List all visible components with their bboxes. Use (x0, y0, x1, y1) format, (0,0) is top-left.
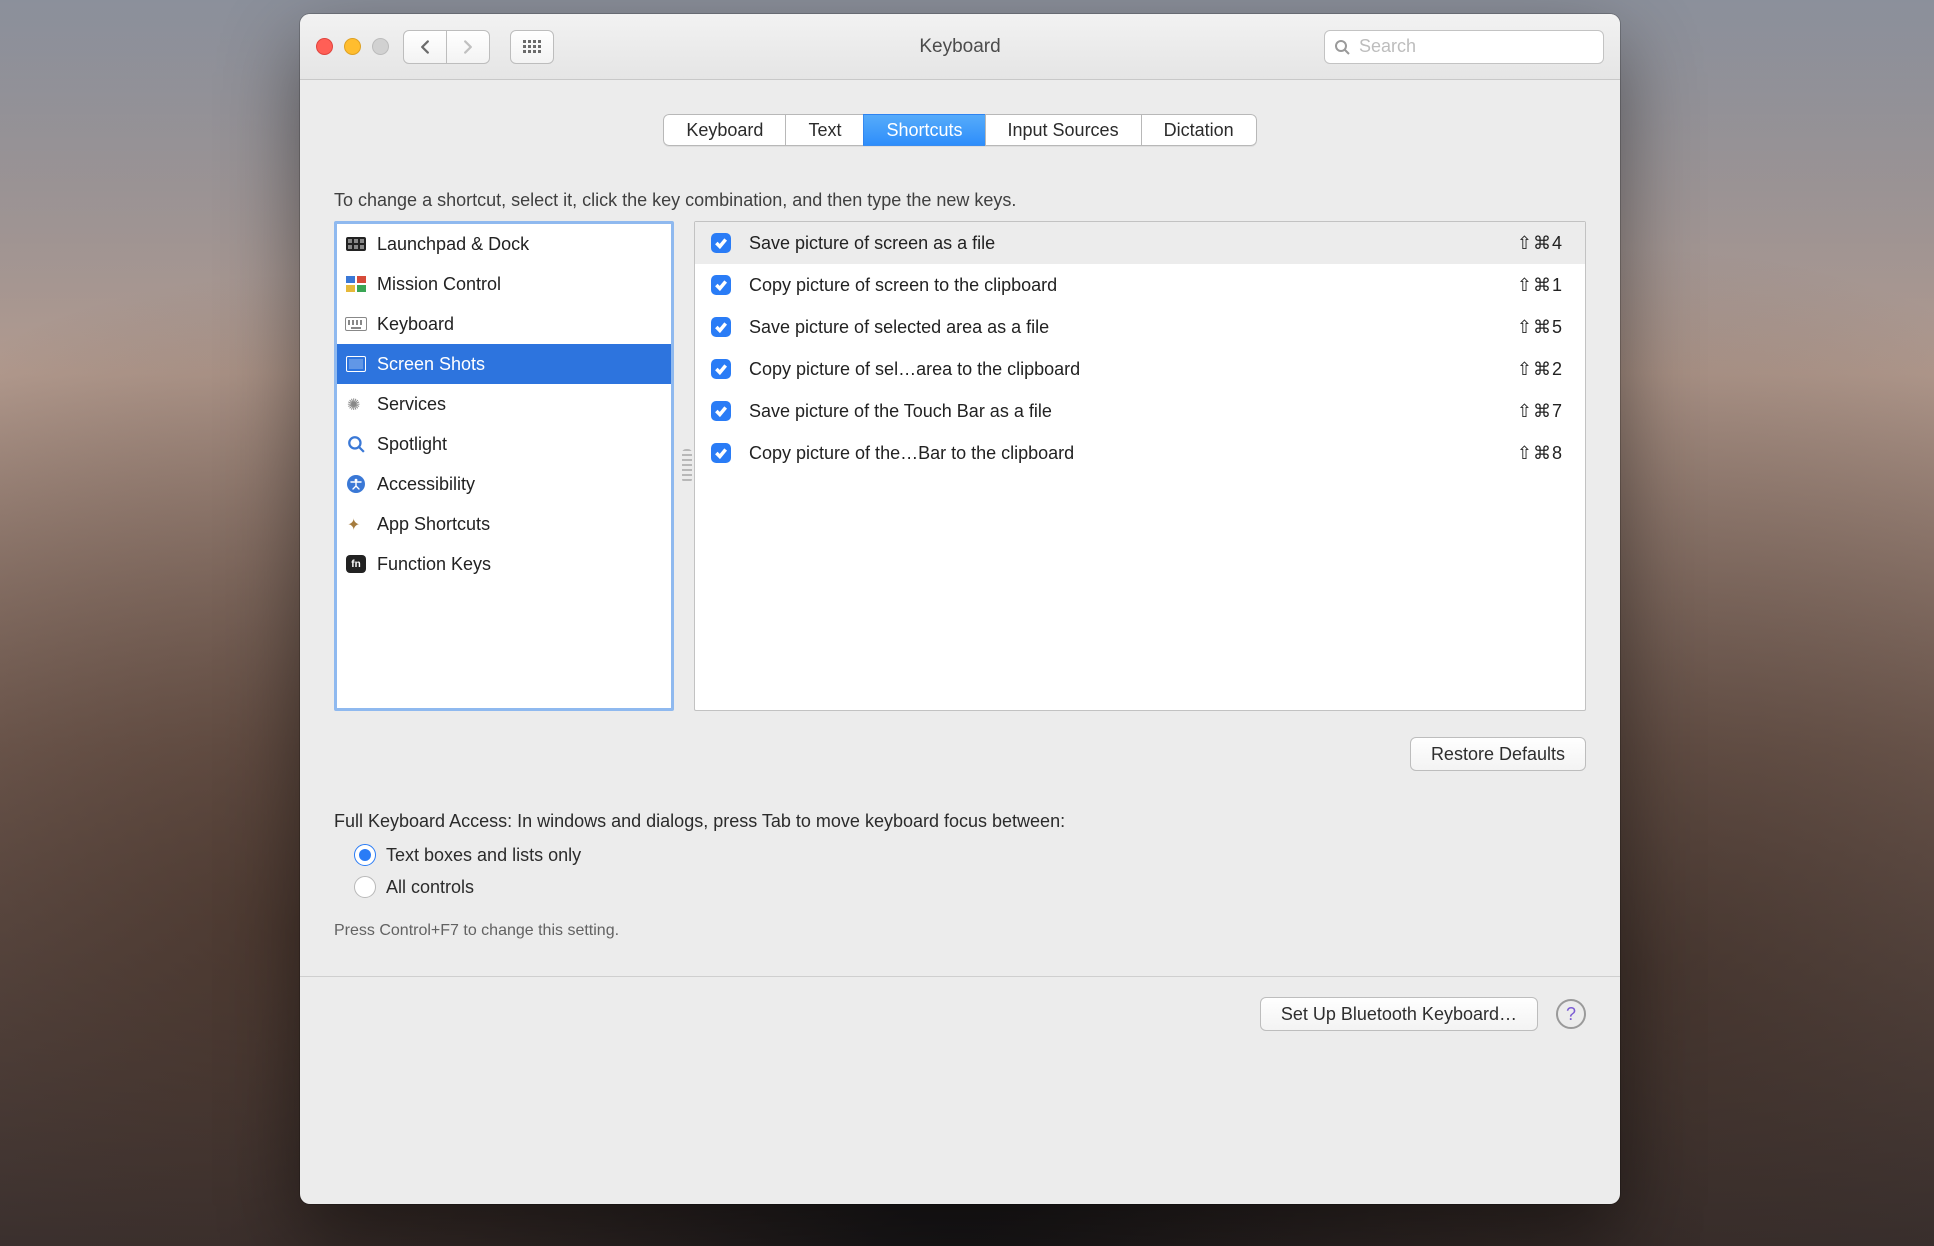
category-label: Launchpad & Dock (377, 234, 529, 255)
content-area: KeyboardTextShortcutsInput SourcesDictat… (300, 80, 1620, 1204)
shortcut-label: Copy picture of screen to the clipboard (749, 275, 1499, 296)
chevron-left-icon (418, 40, 432, 54)
show-all-button[interactable] (510, 30, 554, 64)
fka-radio-1[interactable]: All controls (354, 876, 1586, 898)
shortcut-keys[interactable]: ⇧⌘8 (1517, 443, 1563, 464)
back-button[interactable] (403, 30, 447, 64)
traffic-lights (316, 38, 389, 55)
screenshots-icon (346, 356, 366, 372)
category-launchpad-dock[interactable]: Launchpad & Dock (337, 224, 671, 264)
shortcut-checkbox[interactable] (711, 275, 731, 295)
radio-icon (354, 844, 376, 866)
services-icon: ✺ (347, 395, 365, 413)
category-label: Spotlight (377, 434, 447, 455)
restore-row: Restore Defaults (334, 737, 1586, 771)
category-label: Mission Control (377, 274, 501, 295)
tab-dictation[interactable]: Dictation (1141, 114, 1257, 146)
shortcut-row[interactable]: Save picture of screen as a file ⇧⌘4 (695, 222, 1585, 264)
tab-input-sources[interactable]: Input Sources (985, 114, 1142, 146)
category-app-shortcuts[interactable]: ✦ App Shortcuts (337, 504, 671, 544)
radio-label: All controls (386, 877, 474, 898)
shortcut-keys[interactable]: ⇧⌘4 (1517, 233, 1563, 254)
category-label: Function Keys (377, 554, 491, 575)
search-icon (1334, 39, 1350, 55)
category-spotlight[interactable]: Spotlight (337, 424, 671, 464)
tab-shortcuts[interactable]: Shortcuts (863, 114, 985, 146)
launchpad-icon (346, 237, 366, 251)
panes: Launchpad & Dock Mission Control Keyboard S… (334, 221, 1586, 711)
shortcut-checkbox[interactable] (711, 401, 731, 421)
fn-icon: fn (346, 555, 366, 573)
splitter-handle[interactable] (682, 449, 692, 483)
category-keyboard[interactable]: Keyboard (337, 304, 671, 344)
category-screen-shots[interactable]: Screen Shots (337, 344, 671, 384)
nav-buttons (403, 30, 490, 64)
titlebar: Keyboard (300, 14, 1620, 80)
footer: Set Up Bluetooth Keyboard… ? (334, 977, 1586, 1031)
shortcut-list[interactable]: Save picture of screen as a file ⇧⌘4 Copy … (694, 221, 1586, 711)
shortcut-keys[interactable]: ⇧⌘5 (1517, 317, 1563, 338)
category-mission-control[interactable]: Mission Control (337, 264, 671, 304)
grid-icon (523, 40, 541, 54)
shortcut-row[interactable]: Copy picture of sel…area to the clipboar… (695, 348, 1585, 390)
fka-lead: Full Keyboard Access: In windows and dia… (334, 811, 1586, 832)
full-keyboard-access: Full Keyboard Access: In windows and dia… (334, 811, 1586, 940)
spotlight-icon (347, 435, 365, 453)
shortcut-label: Copy picture of sel…area to the clipboar… (749, 359, 1499, 380)
shortcut-checkbox[interactable] (711, 233, 731, 253)
tab-text[interactable]: Text (785, 114, 864, 146)
preferences-window: Keyboard KeyboardTextShortcutsInput Sour… (300, 14, 1620, 1204)
shortcut-row[interactable]: Copy picture of the…Bar to the clipboard… (695, 432, 1585, 474)
zoom-icon (372, 38, 389, 55)
keyboard-icon (345, 317, 367, 331)
radio-icon (354, 876, 376, 898)
shortcut-keys[interactable]: ⇧⌘2 (1517, 359, 1563, 380)
shortcut-checkbox[interactable] (711, 317, 731, 337)
category-accessibility[interactable]: Accessibility (337, 464, 671, 504)
category-label: Keyboard (377, 314, 454, 335)
minimize-icon[interactable] (344, 38, 361, 55)
category-function-keys[interactable]: fn Function Keys (337, 544, 671, 584)
shortcut-label: Save picture of screen as a file (749, 233, 1499, 254)
restore-defaults-button[interactable]: Restore Defaults (1410, 737, 1586, 771)
shortcut-row[interactable]: Save picture of the Touch Bar as a file ⇧… (695, 390, 1585, 432)
shortcut-label: Save picture of selected area as a file (749, 317, 1499, 338)
chevron-right-icon (461, 40, 475, 54)
category-list[interactable]: Launchpad & Dock Mission Control Keyboard S… (334, 221, 674, 711)
shortcut-keys[interactable]: ⇧⌘1 (1517, 275, 1563, 296)
close-icon[interactable] (316, 38, 333, 55)
instruction-text: To change a shortcut, select it, click t… (334, 190, 1586, 211)
shortcut-label: Save picture of the Touch Bar as a file (749, 401, 1499, 422)
shortcut-row[interactable]: Save picture of selected area as a file ⇧… (695, 306, 1585, 348)
app-shortcuts-icon: ✦ (347, 515, 365, 533)
tabs-row: KeyboardTextShortcutsInput SourcesDictat… (334, 114, 1586, 146)
tab-keyboard[interactable]: Keyboard (663, 114, 786, 146)
category-label: Accessibility (377, 474, 475, 495)
mission-control-icon (346, 276, 366, 292)
forward-button[interactable] (446, 30, 490, 64)
accessibility-icon (347, 475, 365, 493)
help-button[interactable]: ? (1556, 999, 1586, 1029)
radio-label: Text boxes and lists only (386, 845, 581, 866)
shortcut-checkbox[interactable] (711, 359, 731, 379)
shortcut-checkbox[interactable] (711, 443, 731, 463)
category-label: Services (377, 394, 446, 415)
search-input[interactable] (1324, 30, 1604, 64)
category-label: Screen Shots (377, 354, 485, 375)
category-label: App Shortcuts (377, 514, 490, 535)
search-wrap (1324, 30, 1604, 64)
fka-options: Text boxes and lists only All controls (334, 844, 1586, 898)
fka-radio-0[interactable]: Text boxes and lists only (354, 844, 1586, 866)
shortcut-row[interactable]: Copy picture of screen to the clipboard ⇧… (695, 264, 1585, 306)
shortcut-keys[interactable]: ⇧⌘7 (1517, 401, 1563, 422)
bluetooth-keyboard-button[interactable]: Set Up Bluetooth Keyboard… (1260, 997, 1538, 1031)
fka-hint: Press Control+F7 to change this setting. (334, 922, 1586, 940)
segmented-tabs: KeyboardTextShortcutsInput SourcesDictat… (663, 114, 1256, 146)
category-services[interactable]: ✺ Services (337, 384, 671, 424)
shortcut-label: Copy picture of the…Bar to the clipboard (749, 443, 1499, 464)
